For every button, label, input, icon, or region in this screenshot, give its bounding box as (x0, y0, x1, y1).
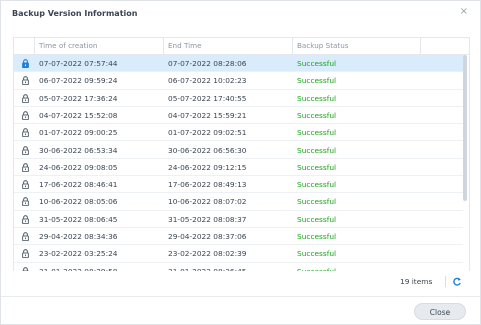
cell-backup-status: Successful (297, 249, 337, 259)
table-header: Time of creation End Time Backup Status (14, 38, 469, 55)
table-row[interactable]: 10-06-2022 08:05:06 10-06-2022 08:07:02 Su… (14, 193, 463, 211)
table-row[interactable]: 30-06-2022 06:53:34 30-06-2022 06:56:30 Su… (14, 142, 463, 159)
lock-icon (22, 145, 29, 155)
lock-icon (22, 76, 29, 86)
footer-divider (1, 296, 480, 297)
cell-time-of-creation: 06-07-2022 09:59:24 (39, 76, 118, 86)
cell-time-of-creation: 31-05-2022 08:06:45 (39, 214, 118, 224)
column-header-backup-status[interactable]: Backup Status (293, 38, 421, 54)
table-row[interactable]: 04-07-2022 15:52:08 04-07-2022 15:59:21 Su… (14, 107, 463, 125)
backup-version-dialog: Backup Version Information × Time of cre… (0, 0, 481, 325)
lock-icon (22, 232, 29, 241)
cell-backup-status: Successful (297, 59, 337, 68)
cell-backup-status: Successful (297, 162, 337, 172)
cell-time-of-creation: 29-04-2022 08:34:36 (39, 232, 118, 241)
lock-icon (22, 214, 29, 224)
lock-icon (22, 266, 29, 271)
cell-time-of-creation: 05-07-2022 17:36:24 (39, 93, 118, 103)
lock-icon (22, 93, 29, 103)
lock-icon (22, 162, 29, 172)
cell-end-time: 31-01-2022 08:36:45 (168, 263, 247, 271)
cell-time-of-creation: 07-07-2022 07:57:44 (39, 59, 118, 68)
cell-backup-status: Successful (297, 76, 337, 86)
cell-time-of-creation: 23-02-2022 03:25:24 (39, 249, 118, 259)
cell-end-time: 07-07-2022 08:28:06 (168, 59, 247, 68)
cell-end-time: 17-06-2022 08:49:13 (168, 180, 247, 190)
table-scrollbar[interactable] (463, 55, 467, 201)
close-button[interactable]: Close (414, 303, 466, 320)
table-body: 07-07-2022 07:57:44 07-07-2022 08:28:06 Su… (14, 55, 463, 271)
cell-end-time: 24-06-2022 09:12:15 (168, 162, 247, 172)
cell-end-time: 04-07-2022 15:59:21 (168, 110, 247, 120)
table-row[interactable]: 31-01-2022 08:29:58 31-01-2022 08:36:45 Su… (14, 263, 463, 271)
table-row[interactable]: 06-07-2022 09:59:24 06-07-2022 10:02:23 Su… (14, 72, 463, 90)
header-icon-column (14, 38, 35, 54)
lock-icon (22, 180, 29, 190)
cell-backup-status: Successful (297, 128, 337, 138)
close-icon[interactable]: × (460, 7, 468, 17)
cell-backup-status: Successful (297, 110, 337, 120)
cell-end-time: 29-04-2022 08:37:06 (168, 232, 247, 241)
table-row[interactable]: 24-06-2022 09:08:05 24-06-2022 09:12:15 Su… (14, 159, 463, 177)
cell-backup-status: Successful (297, 93, 337, 103)
cell-end-time: 05-07-2022 17:40:55 (168, 93, 247, 103)
footer-separator (445, 276, 446, 287)
table-row[interactable]: 07-07-2022 07:57:44 07-07-2022 08:28:06 Su… (14, 55, 463, 73)
cell-backup-status: Successful (297, 197, 337, 207)
lock-icon (22, 249, 29, 259)
cell-end-time: 01-07-2022 09:02:51 (168, 128, 247, 138)
column-header-time-of-creation[interactable]: Time of creation (35, 38, 164, 54)
cell-time-of-creation: 01-07-2022 09:00:25 (39, 128, 118, 138)
table-row[interactable]: 31-05-2022 08:06:45 31-05-2022 08:08:37 Su… (14, 211, 463, 228)
column-header-end-time[interactable]: End Time (164, 38, 293, 54)
backup-versions-table: Time of creation End Time Backup Status … (13, 37, 470, 271)
cell-time-of-creation: 17-06-2022 08:46:41 (39, 180, 118, 190)
lock-icon (22, 128, 29, 138)
dialog-title: Backup Version Information (12, 9, 138, 18)
cell-backup-status: Successful (297, 232, 337, 241)
cell-end-time: 31-05-2022 08:08:37 (168, 214, 247, 224)
lock-icon (22, 197, 29, 207)
cell-end-time: 30-06-2022 06:56:30 (168, 145, 247, 155)
item-count: 19 items (400, 277, 433, 286)
cell-backup-status: Successful (297, 214, 337, 224)
cell-end-time: 06-07-2022 10:02:23 (168, 76, 247, 86)
cell-time-of-creation: 24-06-2022 09:08:05 (39, 162, 118, 172)
cell-time-of-creation: 04-07-2022 15:52:08 (39, 110, 118, 120)
cell-backup-status: Successful (297, 263, 336, 271)
cell-time-of-creation: 10-06-2022 08:05:06 (39, 197, 118, 207)
refresh-icon[interactable] (452, 276, 462, 287)
cell-end-time: 23-02-2022 08:02:39 (168, 249, 247, 259)
table-row[interactable]: 01-07-2022 09:00:25 01-07-2022 09:02:51 Su… (14, 124, 463, 142)
cell-backup-status: Successful (297, 145, 337, 155)
table-row[interactable]: 23-02-2022 03:25:24 23-02-2022 08:02:39 Su… (14, 245, 463, 263)
lock-icon (22, 59, 29, 68)
cell-backup-status: Successful (297, 180, 337, 190)
table-row[interactable]: 05-07-2022 17:36:24 05-07-2022 17:40:55 Su… (14, 90, 463, 107)
table-row[interactable]: 29-04-2022 08:34:36 29-04-2022 08:37:06 Su… (14, 228, 463, 246)
cell-time-of-creation: 31-01-2022 08:29:58 (39, 263, 118, 271)
table-row[interactable]: 17-06-2022 08:46:41 17-06-2022 08:49:13 Su… (14, 176, 463, 194)
lock-icon (22, 111, 29, 120)
cell-time-of-creation: 30-06-2022 06:53:34 (39, 145, 118, 155)
dialog-titlebar: Backup Version Information × (1, 1, 480, 29)
cell-end-time: 10-06-2022 08:07:02 (168, 197, 247, 207)
